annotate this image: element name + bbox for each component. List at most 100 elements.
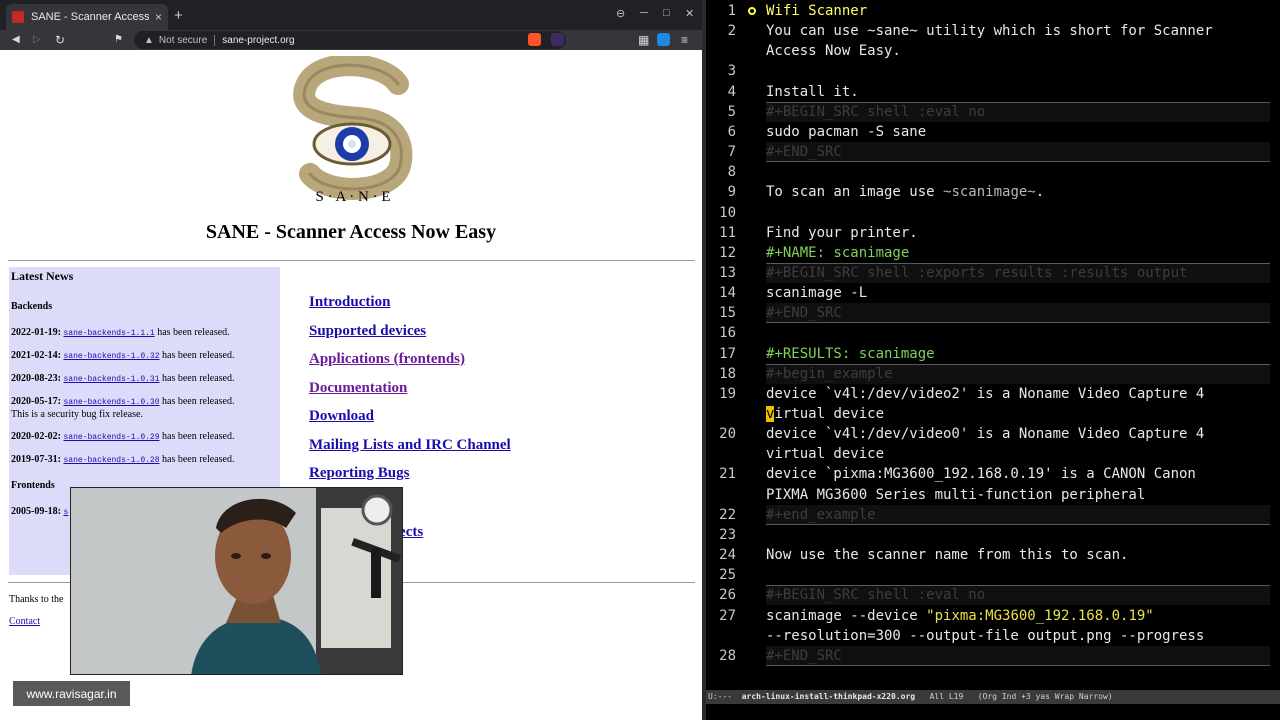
editor-line[interactable]: 11 Find your printer. bbox=[706, 223, 1280, 243]
line-text: device `v4l:/dev/video0' is a Noname Vid… bbox=[766, 426, 1205, 442]
line-text: PIXMA MG3600 Series multi-function perip… bbox=[766, 487, 1146, 503]
minimize-button[interactable]: ─ bbox=[640, 7, 648, 19]
line-text: #+END_SRC bbox=[766, 305, 842, 321]
editor-line[interactable]: 12 #+NAME: scanimage bbox=[706, 243, 1280, 263]
reload-button[interactable]: ↻ bbox=[55, 32, 65, 48]
nav-supported-devices[interactable]: Supported devices bbox=[309, 323, 511, 340]
editor-line[interactable]: 4 Install it. bbox=[706, 82, 1280, 102]
line-number: 10 bbox=[719, 205, 736, 221]
editor-line[interactable]: 6 sudo pacman -S sane bbox=[706, 122, 1280, 142]
new-tab-button[interactable]: + bbox=[174, 7, 183, 24]
nav-download[interactable]: Download bbox=[309, 408, 511, 425]
editor-line[interactable]: 18 #+begin_example bbox=[706, 364, 1280, 384]
news-list: 2022-01-19: sane-backends-1.1.1 has been… bbox=[11, 327, 278, 467]
forward-button[interactable]: ▷ bbox=[33, 32, 41, 48]
brave-rewards-icon[interactable] bbox=[551, 33, 564, 46]
editor-line[interactable]: 27 scanimage --device "pixma:MG3600_192.1… bbox=[706, 606, 1280, 626]
editor-line[interactable]: 15 #+END_SRC bbox=[706, 303, 1280, 323]
emacs-buffer[interactable]: 1 Wifi Scanner 2 You can use ~sane~ utility… bbox=[706, 0, 1280, 690]
editor-line[interactable]: 13 #+BEGIN_SRC shell :exports results :re… bbox=[706, 263, 1280, 283]
news-text: has been released. bbox=[159, 431, 235, 442]
url-text: sane-project.org bbox=[222, 34, 295, 46]
line-number: 23 bbox=[719, 527, 736, 543]
divider-top bbox=[8, 260, 695, 261]
modeline-position: All L19 bbox=[915, 692, 978, 701]
news-link[interactable]: sane-backends-1.0.30 bbox=[64, 398, 160, 407]
nav-applications[interactable]: Applications (frontends) bbox=[309, 351, 511, 368]
line-text: You can use ~sane~ utility which is shor… bbox=[766, 23, 1213, 39]
news-text: has been released. bbox=[159, 396, 235, 407]
news-link[interactable]: sane-backends-1.0.29 bbox=[64, 433, 160, 442]
line-text: To scan an image use ~scanimage~. bbox=[766, 184, 1045, 200]
editor-line[interactable]: 19 device `v4l:/dev/video2' is a Noname V… bbox=[706, 384, 1280, 404]
editor-line[interactable]: 16 bbox=[706, 323, 1280, 343]
editor-line[interactable]: 26 #+BEGIN_SRC shell :eval no bbox=[706, 585, 1280, 605]
nav-mailing-lists[interactable]: Mailing Lists and IRC Channel bbox=[309, 437, 511, 454]
nav-reporting-bugs[interactable]: Reporting Bugs bbox=[309, 465, 511, 482]
editor-line[interactable]: 1 Wifi Scanner bbox=[706, 1, 1280, 21]
address-bar[interactable]: ▲ Not secure sane-project.org bbox=[134, 31, 566, 49]
editor-line[interactable]: --resolution=300 --output-file output.pn… bbox=[706, 626, 1280, 646]
editor-line[interactable]: 10 bbox=[706, 203, 1280, 223]
nav-introduction[interactable]: Introduction bbox=[309, 294, 511, 311]
warning-icon: ▲ bbox=[144, 34, 154, 46]
tab-close-icon[interactable]: × bbox=[155, 10, 162, 24]
editor-line[interactable]: 7 #+END_SRC bbox=[706, 142, 1280, 162]
kde-connect-icon[interactable] bbox=[657, 33, 670, 46]
editor-line[interactable]: virtual device bbox=[706, 404, 1280, 424]
profile-icon[interactable]: ⊖ bbox=[616, 7, 625, 20]
back-button[interactable]: ◀ bbox=[12, 32, 20, 48]
news-link[interactable]: sane-backends-1.0.32 bbox=[64, 352, 160, 361]
editor-line[interactable]: PIXMA MG3600 Series multi-function perip… bbox=[706, 485, 1280, 505]
news-link[interactable]: sane-backends-1.0.28 bbox=[64, 456, 160, 465]
line-number: 22 bbox=[719, 507, 736, 523]
editor-line[interactable]: 23 bbox=[706, 525, 1280, 545]
editor-line[interactable]: 2 You can use ~sane~ utility which is sho… bbox=[706, 21, 1280, 41]
tab-sane[interactable]: SANE - Scanner Access Now Easy × bbox=[6, 4, 168, 30]
editor-line[interactable]: 24 Now use the scanner name from this to … bbox=[706, 545, 1280, 565]
news-link[interactable]: sane-backends-1.1.1 bbox=[64, 329, 155, 338]
line-number: 25 bbox=[719, 567, 736, 583]
close-window-button[interactable]: ✕ bbox=[685, 7, 694, 20]
line-number: 26 bbox=[719, 587, 736, 603]
editor-line[interactable]: 20 device `v4l:/dev/video0' is a Noname V… bbox=[706, 424, 1280, 444]
editor-line[interactable]: 21 device `pixma:MG3600_192.168.0.19' is … bbox=[706, 464, 1280, 484]
line-text: #+END_SRC bbox=[766, 144, 842, 160]
line-number: 6 bbox=[727, 124, 736, 140]
editor-line[interactable]: virtual device bbox=[706, 444, 1280, 464]
line-number: 20 bbox=[719, 426, 736, 442]
emacs-modeline: U:--- arch-linux-install-thinkpad-x220.o… bbox=[706, 690, 1280, 704]
maximize-button[interactable]: □ bbox=[663, 7, 670, 19]
editor-line[interactable]: 22 #+end_example bbox=[706, 505, 1280, 525]
editor-line[interactable]: 3 bbox=[706, 61, 1280, 81]
line-text: Install it. bbox=[766, 84, 859, 100]
editor-line[interactable]: 9 To scan an image use ~scanimage~. bbox=[706, 182, 1280, 202]
nav-documentation[interactable]: Documentation bbox=[309, 380, 511, 397]
contact-link[interactable]: Contact bbox=[9, 616, 40, 627]
line-text: --resolution=300 --output-file output.pn… bbox=[766, 628, 1205, 644]
news-link[interactable]: s bbox=[64, 508, 69, 517]
news-item: 2020-08-23: sane-backends-1.0.31 has bee… bbox=[11, 373, 278, 386]
line-text: #+END_SRC bbox=[766, 648, 842, 664]
editor-line[interactable]: 14 scanimage -L bbox=[706, 283, 1280, 303]
editor-line[interactable]: 8 bbox=[706, 162, 1280, 182]
bookmark-icon[interactable]: ⚑ bbox=[114, 32, 123, 48]
editor-line[interactable]: Access Now Easy. bbox=[706, 41, 1280, 61]
news-item: 2021-02-14: sane-backends-1.0.32 has bee… bbox=[11, 350, 278, 363]
editor-line[interactable]: 5 #+BEGIN_SRC shell :eval no bbox=[706, 102, 1280, 122]
line-number: 16 bbox=[719, 325, 736, 341]
news-link[interactable]: sane-backends-1.0.31 bbox=[64, 375, 160, 384]
extensions-icon[interactable]: ▦ bbox=[638, 32, 649, 48]
brave-shield-icon[interactable] bbox=[528, 33, 541, 46]
line-text: virtual device bbox=[766, 446, 885, 462]
line-text: Now use the scanner name from this to sc… bbox=[766, 547, 1129, 563]
page-title: SANE - Scanner Access Now Easy bbox=[205, 221, 497, 243]
editor-line[interactable]: 25 bbox=[706, 565, 1280, 585]
backends-heading: Backends bbox=[11, 301, 53, 312]
sane-favicon-icon bbox=[12, 11, 24, 23]
emacs-minibuffer[interactable] bbox=[706, 704, 1280, 720]
editor-line[interactable]: 17 #+RESULTS: scanimage bbox=[706, 344, 1280, 364]
editor-line[interactable]: 28 #+END_SRC bbox=[706, 646, 1280, 666]
menu-icon[interactable]: ≡ bbox=[681, 32, 688, 48]
line-text: #+NAME: scanimage bbox=[766, 245, 910, 261]
